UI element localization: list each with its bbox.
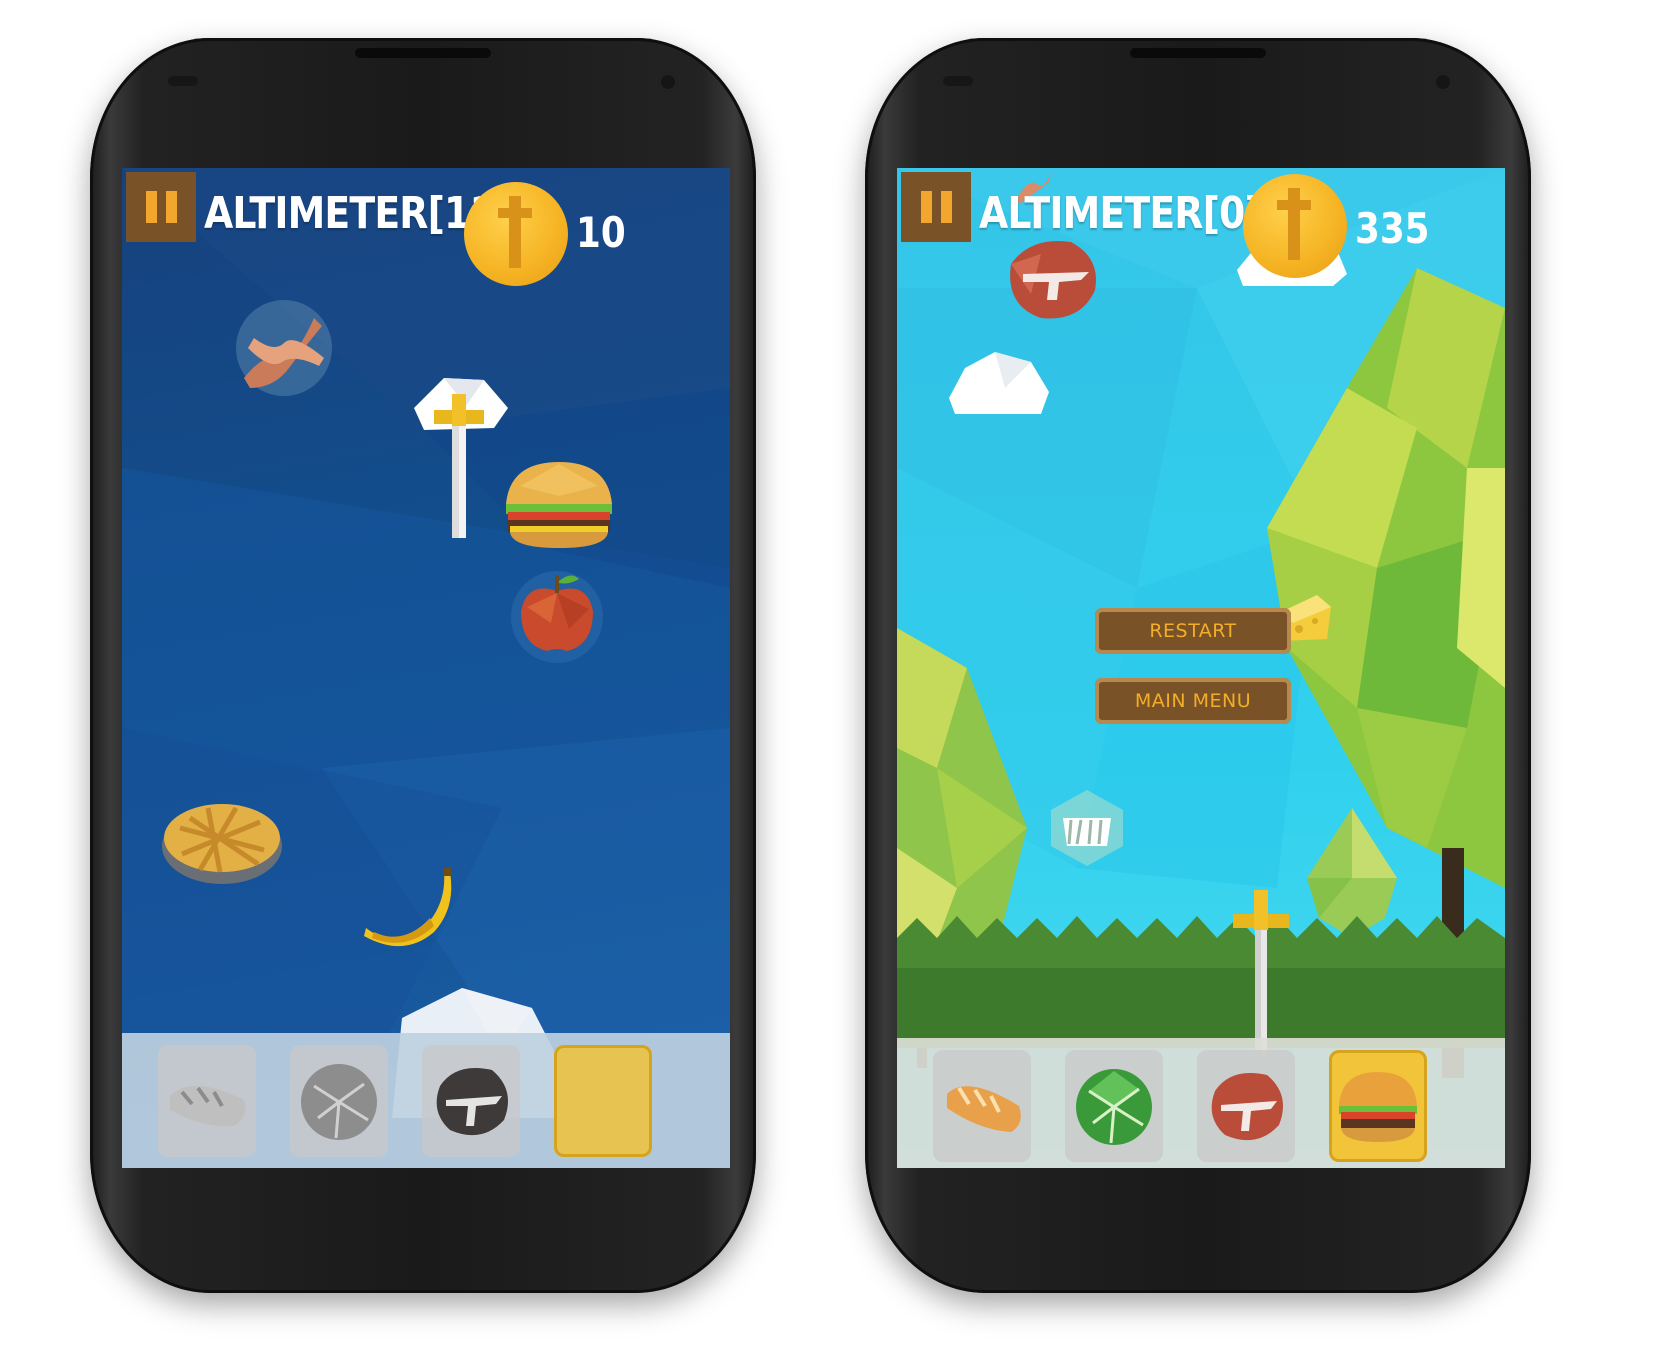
hud-bar: ALTIMETER[119] 10 <box>122 168 730 286</box>
inventory-slot-cabbage[interactable] <box>1065 1050 1163 1162</box>
inventory-slot-bread[interactable] <box>158 1045 256 1157</box>
hamburger-icon <box>1339 1072 1417 1142</box>
main-menu-button[interactable]: MAIN MENU <box>1095 678 1291 724</box>
front-camera <box>1433 72 1453 92</box>
coin-icon <box>464 182 568 286</box>
inventory-slot-hamburger[interactable] <box>1329 1050 1427 1162</box>
coin-count: 335 <box>1355 204 1430 253</box>
crate-item[interactable] <box>1047 788 1127 868</box>
inventory-tray <box>897 1038 1505 1168</box>
inventory-tray <box>122 1033 730 1168</box>
earpiece-speaker <box>355 48 491 58</box>
altimeter-label: ALTIMETER[0] <box>979 188 1262 239</box>
steak-icon <box>436 1068 508 1136</box>
earpiece-speaker <box>1130 48 1266 58</box>
proximity-sensor <box>168 76 198 86</box>
sword-item[interactable] <box>1227 888 1297 1058</box>
pause-button[interactable] <box>901 172 971 242</box>
inventory-slot-cabbage[interactable] <box>290 1045 388 1157</box>
hamburger-item[interactable] <box>500 456 618 552</box>
bacon-item[interactable] <box>234 298 334 398</box>
pause-button[interactable] <box>126 172 196 242</box>
phone-device-right: ALTIMETER[0] 335 RESTART MAIN MENU <box>865 38 1531 1293</box>
banana-item[interactable] <box>360 868 460 958</box>
coin-count: 10 <box>576 208 626 257</box>
sword-in-cloud[interactable] <box>404 358 514 548</box>
inventory-slot-steak[interactable] <box>422 1045 520 1157</box>
proximity-sensor <box>943 76 973 86</box>
game-screen-night[interactable]: ALTIMETER[119] 10 <box>122 168 730 1168</box>
bread-icon <box>947 1086 1021 1132</box>
front-camera <box>658 72 678 92</box>
pause-icon <box>145 191 157 223</box>
steak-item[interactable] <box>1001 234 1105 324</box>
hud-bar: ALTIMETER[0] 335 <box>897 168 1505 278</box>
hedge <box>897 916 1505 1048</box>
pause-icon-bar <box>940 191 952 223</box>
coin-icon <box>1243 174 1347 278</box>
phone-device-left: ALTIMETER[119] 10 <box>90 38 756 1293</box>
inventory-slot-steak[interactable] <box>1197 1050 1295 1162</box>
pause-icon-bar <box>165 191 177 223</box>
restart-button[interactable]: RESTART <box>1095 608 1291 654</box>
steak-icon <box>1211 1073 1283 1141</box>
apple-item[interactable] <box>507 563 607 663</box>
inventory-slot-selected[interactable] <box>554 1045 652 1157</box>
bread-icon <box>170 1085 246 1127</box>
pie-item[interactable] <box>160 798 284 888</box>
cloud <box>949 352 1049 414</box>
game-screen-day[interactable]: ALTIMETER[0] 335 RESTART MAIN MENU <box>897 168 1505 1168</box>
pause-icon <box>920 191 932 223</box>
cabbage-icon <box>1076 1069 1152 1145</box>
inventory-slot-bread[interactable] <box>933 1050 1031 1162</box>
cabbage-icon <box>301 1064 377 1140</box>
